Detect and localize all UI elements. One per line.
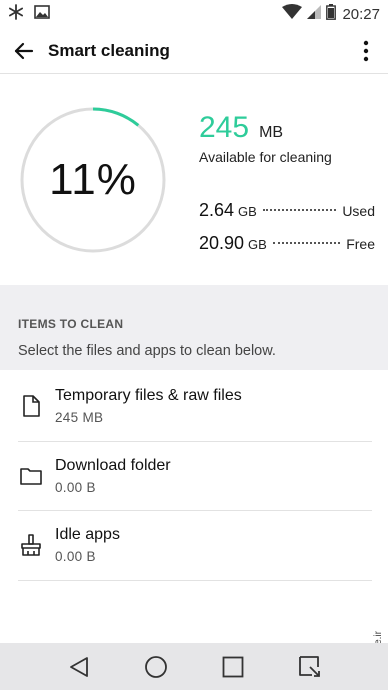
used-row: 2.64 GB Used [199,200,375,221]
free-value: 20.90 [199,233,245,253]
item-name: Download folder [55,456,171,474]
used-unit: GB [238,204,257,219]
free-leader-dots [272,242,341,244]
navigation-bar [0,643,388,690]
status-time: 20:27 [342,5,380,23]
more-options-icon[interactable] [354,37,378,65]
section-description: Select the files and apps to clean below… [18,343,276,359]
clean-items-list: Temporary files & raw files 245 MB Downl… [0,372,388,581]
used-label: Used [342,203,375,219]
home-circle-icon[interactable] [141,652,171,682]
file-icon [18,393,44,419]
used-leader-dots [262,209,337,211]
item-name: Idle apps [55,526,120,543]
free-label: Free [346,236,375,252]
status-bar: 20:27 [0,0,388,28]
storage-summary: 11% 245 MB Available for cleaning 2.64 G… [0,75,388,285]
item-size: 245 MB [55,410,104,425]
available-value: 245 [199,111,250,144]
item-name: Temporary files & raw files [55,387,242,404]
battery-icon [326,4,337,24]
free-unit: GB [248,237,267,252]
item-size: 0.00 B [55,479,96,495]
image-icon [34,4,50,24]
app-bar: Smart cleaning [0,28,388,74]
item-size: 0.00 B [55,549,96,564]
back-arrow-icon[interactable] [10,37,38,65]
signal-icon [306,4,322,24]
list-item-temporary-files[interactable]: Temporary files & raw files 245 MB [18,372,372,442]
page-title: Smart cleaning [48,40,170,60]
used-value: 2.64 [199,200,235,220]
items-section-header: ITEMS TO CLEAN Select the files and apps… [0,285,388,370]
list-item-idle-apps[interactable]: Idle apps 0.00 B [18,511,372,581]
status-left [8,3,50,25]
wifi-icon [282,4,303,24]
list-item-download-folder[interactable]: Download folder 0.00 B [18,442,372,511]
free-row: 20.90 GB Free [199,233,375,254]
back-triangle-icon[interactable] [64,652,94,682]
capture-note-icon[interactable] [295,652,325,682]
available-unit: MB [259,124,284,141]
snowflake-icon [8,3,24,25]
status-right: 20:27 [282,4,380,24]
available-label: Available for cleaning [199,149,332,165]
recents-square-icon[interactable] [218,652,248,682]
usage-percent: 11% [49,155,137,204]
section-heading: ITEMS TO CLEAN [18,317,124,331]
broom-icon [18,532,44,558]
folder-icon [18,463,44,489]
available-amount: 245 MB [199,111,283,145]
